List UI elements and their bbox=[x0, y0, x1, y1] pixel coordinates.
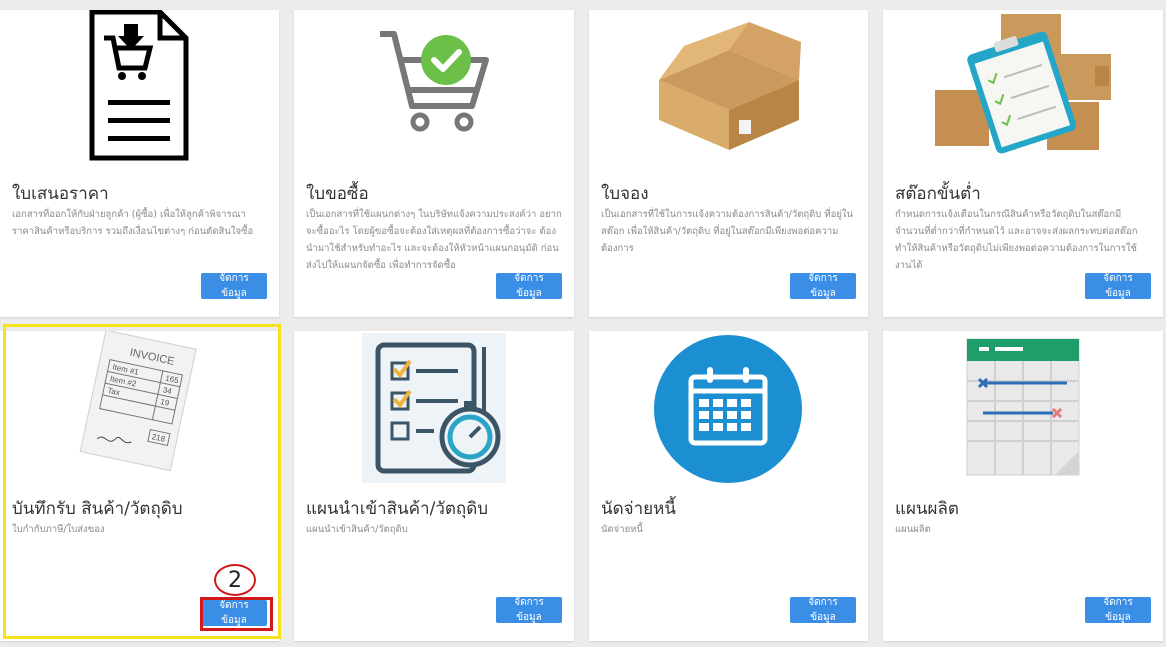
card-import-plan: แผนนำเข้าสินค้า/วัตถุดิบ แผนนำเข้าสินค้า… bbox=[294, 331, 574, 641]
manage-data-button[interactable]: จัดการข้อมูล bbox=[1085, 273, 1151, 299]
open-box-icon bbox=[589, 10, 868, 170]
card-title: สต๊อกขั้นต่ำ bbox=[895, 184, 981, 204]
manage-data-button[interactable]: จัดการข้อมูล bbox=[201, 600, 267, 626]
invoice-icon: INVOICE Item #1 Item #2 Tax 165 34 19 21… bbox=[0, 329, 279, 491]
card-description: ใบกำกับภาษี/ใบส่งของ bbox=[12, 524, 105, 535]
manage-data-button[interactable]: จัดการข้อมูล bbox=[201, 273, 267, 299]
card-minimum-stock: สต๊อกขั้นต่ำ กำหนดการแจ้งเตือนในกรณีสินค… bbox=[883, 10, 1163, 317]
card-title: บันทึกรับ สินค้า/วัตถุดิบ bbox=[12, 499, 183, 519]
spreadsheet-icon bbox=[883, 331, 1163, 491]
card-title: ใบจอง bbox=[601, 184, 649, 204]
card-reservation: ใบจอง เป็นเอกสารที่ใช้ในการแจ้งความต้องก… bbox=[589, 10, 868, 317]
step-number-marker: 2 bbox=[214, 564, 256, 596]
boxes-clipboard-icon bbox=[883, 10, 1163, 170]
cart-check-icon bbox=[294, 10, 574, 170]
card-description: แผนนำเข้าสินค้า/วัตถุดิบ bbox=[306, 524, 408, 535]
card-purchase-request: ใบขอซื้อ เป็นเอกสารที่ใช้แผนกต่างๆ ในบริ… bbox=[294, 10, 574, 317]
manage-data-button[interactable]: จัดการข้อมูล bbox=[790, 597, 856, 623]
card-production-plan: แผนผลิต แผนผลิต จัดการข้อมูล bbox=[883, 331, 1163, 641]
manage-data-button[interactable]: จัดการข้อมูล bbox=[496, 597, 562, 623]
manage-data-button[interactable]: จัดการข้อมูล bbox=[496, 273, 562, 299]
card-description: เอกสารที่ออกให้กับฝ่ายลูกค้า (ผู้ซื้อ) เ… bbox=[12, 209, 254, 237]
card-description: เป็นเอกสารที่ใช้ในการแจ้งความต้องการสินค… bbox=[601, 209, 854, 254]
manage-data-button[interactable]: จัดการข้อมูล bbox=[790, 273, 856, 299]
calendar-icon bbox=[589, 331, 868, 491]
card-title: ใบเสนอราคา bbox=[12, 184, 109, 204]
card-title: แผนนำเข้าสินค้า/วัตถุดิบ bbox=[306, 499, 489, 519]
card-description: กำหนดการแจ้งเตือนในกรณีสินค้าหรือวัตถุดิ… bbox=[895, 209, 1138, 271]
card-description: แผนผลิต bbox=[895, 524, 931, 535]
card-debt-payment: นัดจ่ายหนี้ นัดจ่ายหนี้ จัดการข้อมูล bbox=[589, 331, 868, 641]
card-title: ใบขอซื้อ bbox=[306, 184, 369, 204]
card-title: แผนผลิต bbox=[895, 499, 959, 519]
card-description: นัดจ่ายหนี้ bbox=[601, 524, 643, 535]
card-title: นัดจ่ายหนี้ bbox=[601, 499, 676, 519]
card-description: เป็นเอกสารที่ใช้แผนกต่างๆ ในบริษัทแจ้งคว… bbox=[306, 209, 562, 271]
card-quotation: ใบเสนอราคา เอกสารที่ออกให้กับฝ่ายลูกค้า … bbox=[0, 9, 279, 317]
quotation-document-icon bbox=[0, 9, 279, 170]
manage-data-button[interactable]: จัดการข้อมูล bbox=[1085, 597, 1151, 623]
checklist-stopwatch-icon bbox=[294, 331, 574, 491]
